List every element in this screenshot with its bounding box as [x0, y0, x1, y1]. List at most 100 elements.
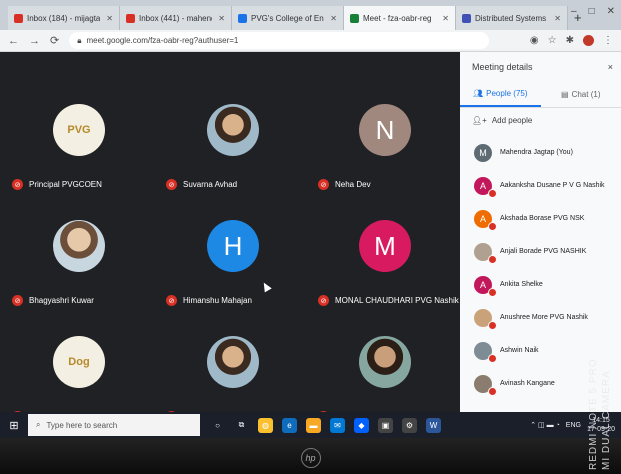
person-avatar: A: [474, 176, 497, 198]
tab-chat-label: Chat (1): [571, 90, 601, 99]
maximize-icon[interactable]: □: [589, 6, 595, 17]
participant-tile[interactable]: ⊘ Bhagyashri Kuwar: [4, 192, 154, 310]
camera-icon[interactable]: ◉: [530, 35, 539, 46]
people-list-item[interactable]: A Akshada Borase PVG NSK: [460, 202, 621, 235]
reload-icon[interactable]: ⟳: [50, 34, 59, 47]
participant-avatar: M: [359, 220, 411, 272]
person-initial: A: [479, 180, 486, 191]
close-tab-icon[interactable]: ✕: [218, 14, 225, 23]
task-view-icon[interactable]: ⧉: [234, 418, 249, 433]
person-avatar: [474, 341, 497, 363]
panel-tabs: 👥︎ People (75) ▤ Chat (1): [460, 82, 621, 108]
edge-icon[interactable]: e: [282, 417, 297, 433]
language-indicator[interactable]: ENG: [566, 422, 581, 429]
lock-icon: 🔒︎: [77, 35, 82, 45]
tab-favicon: [126, 13, 135, 23]
participant-nameplate: ⊘ Principal PVGCOEN: [12, 179, 102, 190]
profile-avatar[interactable]: [583, 35, 594, 46]
folder-icon[interactable]: ▬: [306, 417, 321, 433]
tab-favicon: [350, 13, 359, 23]
person-avatar: M: [474, 143, 492, 162]
dropbox-icon[interactable]: ◆: [354, 417, 369, 433]
participant-nameplate: ⊘ Neha Dev: [318, 179, 371, 190]
person-initial: A: [479, 213, 486, 224]
people-list-item[interactable]: A Aakanksha Dusane P V G Nashik: [460, 169, 621, 202]
mic-off-icon: [488, 320, 497, 330]
tray-icons[interactable]: ⌃ ◫ ▬ ◔: [530, 421, 560, 429]
mic-off-icon: [488, 287, 497, 297]
chat-icon: ▤: [561, 90, 569, 99]
mic-off-icon: ⊘: [166, 295, 177, 306]
mic-off-icon: [488, 188, 497, 198]
taskbar-apps: ○ ⧉ ◍ e ▬ ✉ ◆ ▣ ⚙ W: [210, 417, 441, 433]
tab-people[interactable]: 👥︎ People (75): [460, 82, 541, 107]
mic-off-icon: ⊘: [12, 295, 23, 306]
person-initial: M: [479, 147, 487, 158]
person-name: Anjali Borade PVG NASHIK: [500, 248, 587, 255]
settings-icon[interactable]: ⚙: [402, 417, 417, 433]
browser-tab[interactable]: Meet - fza-oabr-reg ✕: [344, 6, 456, 30]
person-name: Akshada Borase PVG NSK: [500, 215, 585, 222]
mic-off-icon: ⊘: [166, 179, 177, 190]
participant-tile[interactable]: N ⊘ Neha Dev: [310, 76, 460, 194]
participant-nameplate: ⊘ Suvarna Avhad: [166, 179, 237, 190]
window-controls: – □ ✕: [571, 6, 615, 17]
participant-tile[interactable]: ⊘ Suvarna Avhad: [158, 76, 308, 194]
browser-tab[interactable]: Inbox (441) - mahendrajag... ✕: [120, 6, 232, 30]
start-button[interactable]: ⊞: [0, 412, 28, 438]
mail-icon[interactable]: ✉: [330, 417, 345, 433]
mic-off-icon: [488, 353, 497, 363]
close-panel-icon[interactable]: ×: [608, 62, 613, 72]
add-person-icon: 👤︎+: [472, 115, 487, 125]
star-icon[interactable]: ☆: [548, 35, 557, 46]
person-initial: A: [479, 279, 486, 290]
tab-title: PVG's College of Engineeri...: [251, 13, 324, 23]
add-people-button[interactable]: 👤︎+ Add people: [460, 108, 621, 132]
participant-tile[interactable]: PVG ⊘ Principal PVGCOEN: [4, 76, 154, 194]
people-list-item[interactable]: M Mahendra Jagtap (You): [460, 136, 621, 169]
people-list-item[interactable]: A Ankita Shelke: [460, 268, 621, 301]
people-list-item[interactable]: Anjali Borade PVG NASHIK: [460, 235, 621, 268]
search-placeholder: Type here to search: [46, 420, 118, 430]
person-avatar: A: [474, 275, 497, 297]
close-tab-icon[interactable]: ✕: [330, 14, 337, 23]
tab-chat[interactable]: ▤ Chat (1): [541, 82, 621, 107]
menu-icon[interactable]: ⋮: [603, 35, 613, 46]
person-name: Ankita Shelke: [500, 281, 543, 288]
people-icon: 👥︎: [472, 89, 484, 98]
browser-tab[interactable]: PVG's College of Engineeri... ✕: [232, 6, 344, 30]
forward-icon[interactable]: →: [29, 35, 40, 47]
cortana-icon[interactable]: ○: [210, 418, 225, 433]
participant-tile[interactable]: Dog⊘Sudarshan Khaimar Pvg Nashik: [4, 308, 154, 426]
close-tab-icon[interactable]: ✕: [106, 14, 113, 23]
laptop-screen: Inbox (184) - mijagtap@...✕Inbox (441) -…: [0, 0, 621, 474]
store-icon[interactable]: ▣: [378, 417, 393, 433]
participant-avatar: [53, 220, 105, 272]
participant-tile[interactable]: ⊘Trunali Zalte: [158, 308, 308, 426]
taskbar-search[interactable]: ⌕ Type here to search: [28, 414, 200, 436]
close-tab-icon[interactable]: ✕: [442, 14, 449, 23]
chrome-icon[interactable]: ◍: [258, 417, 273, 433]
person-name: Anushree More PVG Nashik: [500, 314, 588, 321]
participant-avatar: [359, 336, 411, 388]
close-tab-icon[interactable]: ✕: [554, 14, 561, 23]
word-icon[interactable]: W: [426, 417, 441, 433]
watermark-line1: REDMI NOTE 5 PRO: [588, 358, 599, 470]
browser-tab[interactable]: Distributed Systems Test Q... ✕: [456, 6, 568, 30]
participant-avatar: H: [207, 220, 259, 272]
back-icon[interactable]: ←: [8, 35, 19, 47]
close-window-icon[interactable]: ✕: [607, 6, 615, 17]
browser-tab[interactable]: Inbox (184) - mijagtap@... ✕: [8, 6, 120, 30]
tab-favicon: [462, 13, 471, 23]
person-avatar: [474, 308, 497, 330]
person-name: Avinash Kangane: [500, 380, 555, 387]
participant-avatar: PVG: [53, 104, 105, 156]
address-bar[interactable]: 🔒︎ meet.google.com/fza-oabr-reg?authuser…: [69, 32, 490, 49]
participant-tile[interactable]: M ⊘ MONAL CHAUDHARI PVG Nashik: [310, 192, 460, 310]
extension-icon[interactable]: ✱: [566, 35, 574, 46]
mic-off-icon: ⊘: [12, 179, 23, 190]
participant-name: Suvarna Avhad: [183, 180, 238, 189]
participant-tile[interactable]: ⊘Rutik Gadage pvg Nashik: [310, 308, 460, 426]
minimize-icon[interactable]: –: [571, 6, 577, 17]
participant-tile[interactable]: H ⊘ Himanshu Mahajan: [158, 192, 308, 310]
